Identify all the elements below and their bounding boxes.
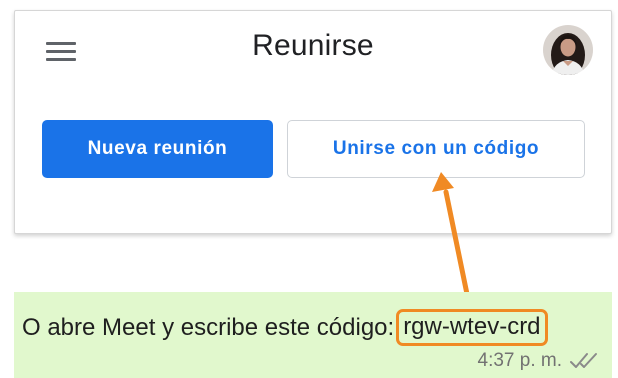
double-check-icon: [570, 353, 597, 368]
meet-join-card: Reunirse Nueva reunión Unirse con un cód…: [14, 10, 612, 234]
avatar[interactable]: [543, 25, 593, 75]
join-with-code-button[interactable]: Unirse con un código: [287, 120, 585, 178]
message-time: 4:37 p. m.: [477, 350, 563, 371]
new-meeting-button[interactable]: Nueva reunión: [42, 120, 273, 178]
page-title: Reunirse: [252, 29, 374, 62]
chat-message: O abre Meet y escribe este código: rgw-w…: [14, 292, 612, 378]
meeting-code: rgw-wtev-crd: [396, 309, 548, 346]
message-text: O abre Meet y escribe este código:: [22, 313, 395, 341]
message-meta: 4:37 p. m.: [478, 350, 601, 372]
